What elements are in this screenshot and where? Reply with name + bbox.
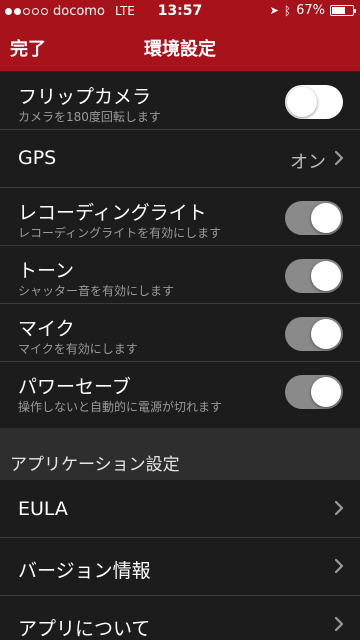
setting-title: フリップカメラ xyxy=(18,86,152,108)
status-bar: docomo LTE 13:57 ➤ ᛒ 67% xyxy=(0,0,360,22)
signal-strength-icon xyxy=(5,7,48,15)
setting-title: パワーセーブ xyxy=(18,376,131,398)
app-item-label: アプリについて xyxy=(18,618,151,640)
setting-mic: マイク マイクを有効にします xyxy=(0,304,360,362)
flip-camera-toggle[interactable] xyxy=(285,85,343,119)
tone-toggle[interactable] xyxy=(285,259,343,293)
chevron-right-icon xyxy=(334,150,344,166)
power-save-toggle[interactable] xyxy=(285,375,343,409)
setting-subtitle: 操作しないと自動的に電源が切れます xyxy=(18,400,223,414)
setting-subtitle: カメラを180度回転します xyxy=(18,110,161,124)
setting-tone: トーン シャッター音を有効にします xyxy=(0,246,360,304)
section-title: アプリケーション設定 xyxy=(10,455,180,475)
app-item-label: バージョン情報 xyxy=(18,560,151,582)
chevron-right-icon xyxy=(334,558,344,574)
app-item-about[interactable]: アプリについて xyxy=(0,596,360,640)
mic-toggle[interactable] xyxy=(285,317,343,351)
setting-power-save: パワーセーブ 操作しないと自動的に電源が切れます xyxy=(0,362,360,420)
setting-flip-camera: フリップカメラ カメラを180度回転します xyxy=(0,72,360,130)
setting-title: マイク xyxy=(18,318,75,340)
setting-recording-light: レコーディングライト レコーディングライトを有効にします xyxy=(0,188,360,246)
settings-list: フリップカメラ カメラを180度回転します GPS オン レコーディングライト … xyxy=(0,72,360,420)
battery-icon xyxy=(330,5,356,16)
section-header: アプリケーション設定 xyxy=(0,428,360,480)
setting-subtitle: マイクを有効にします xyxy=(18,342,138,356)
app-item-version[interactable]: バージョン情報 xyxy=(0,538,360,596)
setting-subtitle: レコーディングライトを有効にします xyxy=(18,226,222,240)
app-settings-list: EULA バージョン情報 アプリについて xyxy=(0,480,360,640)
setting-title: レコーディングライト xyxy=(18,202,207,224)
setting-title: GPS xyxy=(18,147,57,169)
page-title: 環境設定 xyxy=(144,39,216,60)
navigation-bar: 完了 環境設定 xyxy=(0,22,360,72)
network-type: LTE xyxy=(114,4,135,18)
chevron-right-icon xyxy=(334,616,344,632)
location-arrow-icon: ➤ xyxy=(269,4,279,17)
app-item-label: EULA xyxy=(18,498,68,520)
chevron-right-icon xyxy=(334,500,344,516)
battery-percent: 67% xyxy=(296,3,325,18)
bluetooth-icon: ᛒ xyxy=(283,3,292,18)
carrier-name: docomo xyxy=(53,3,105,19)
setting-value: オン xyxy=(290,152,326,173)
recording-light-toggle[interactable] xyxy=(285,201,343,235)
setting-title: トーン xyxy=(18,260,75,282)
setting-gps[interactable]: GPS オン xyxy=(0,130,360,188)
done-button[interactable]: 完了 xyxy=(10,35,46,61)
setting-subtitle: シャッター音を有効にします xyxy=(18,284,175,298)
app-item-eula[interactable]: EULA xyxy=(0,480,360,538)
